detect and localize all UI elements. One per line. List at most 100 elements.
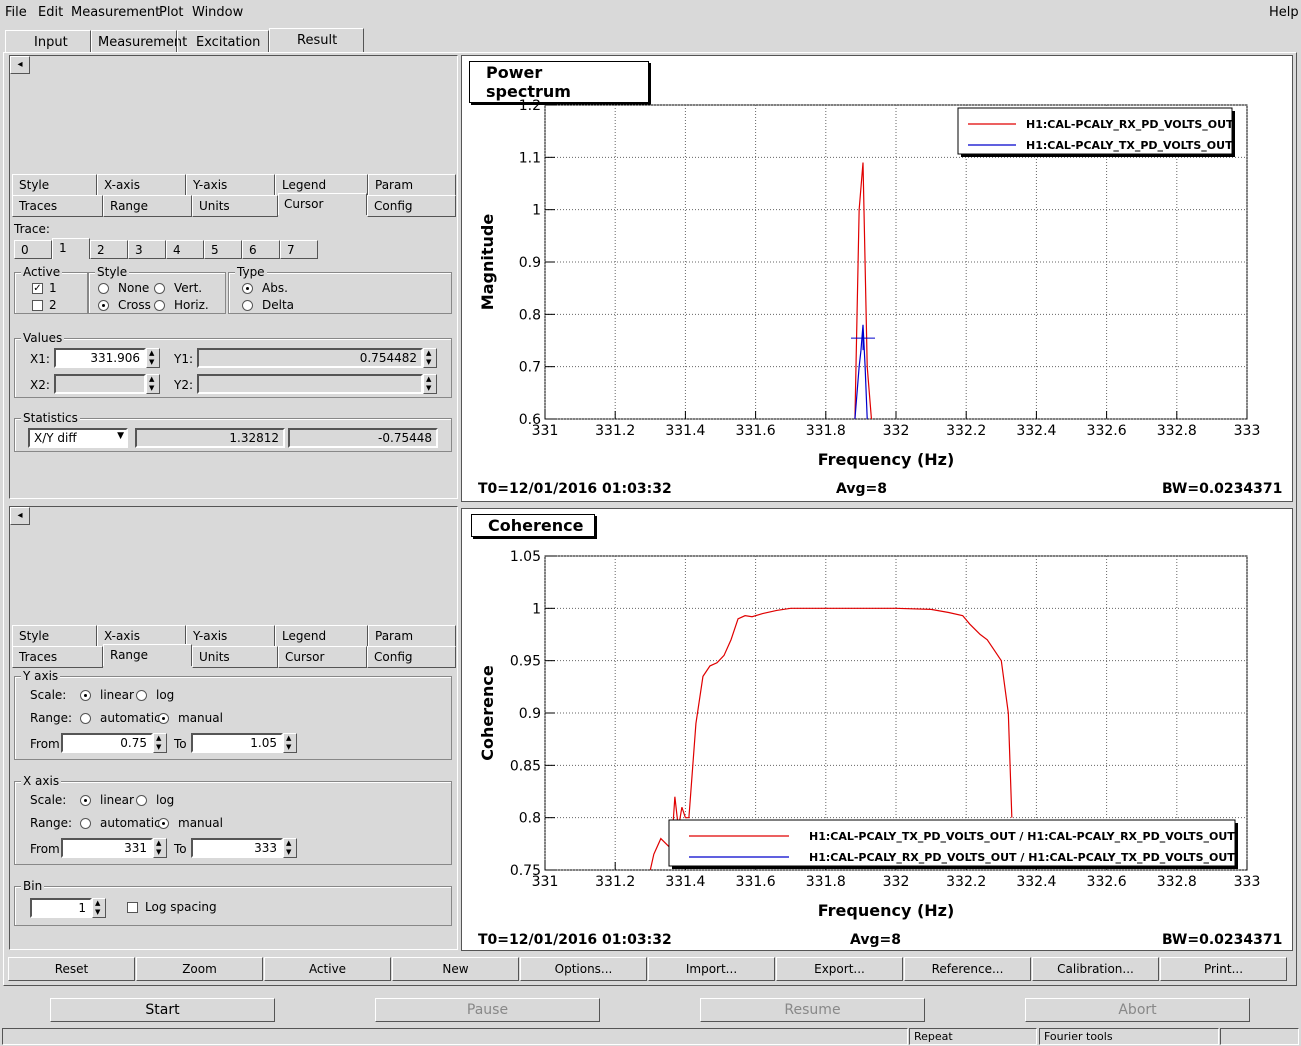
menu-window[interactable]: Window <box>192 5 243 20</box>
calibration-button[interactable]: Calibration... <box>1032 957 1159 981</box>
zoom-button[interactable]: Zoom <box>136 957 263 981</box>
tab-measurement[interactable]: Measurement <box>91 30 187 52</box>
print-button[interactable]: Print... <box>1160 957 1287 981</box>
x-to-input[interactable]: 333 <box>191 838 283 858</box>
style-vert-radio[interactable] <box>154 283 165 294</box>
active-title: Active <box>21 265 63 279</box>
pause-button[interactable]: Pause <box>375 998 600 1022</box>
x-to-stepper[interactable] <box>283 838 297 858</box>
statistics-select[interactable]: X/Y diff ▼ <box>28 428 128 448</box>
y-tick-label-2-6: 1.05 <box>510 549 541 565</box>
x-tick-label-2-4: 331.8 <box>806 874 846 890</box>
tab-y-axis-2[interactable]: Y-axis <box>186 625 275 647</box>
tab-y-axis[interactable]: Y-axis <box>186 174 275 196</box>
tab-traces[interactable]: Traces <box>12 195 103 217</box>
y2-stepper[interactable] <box>423 374 437 394</box>
y-to-input[interactable]: 1.05 <box>191 733 283 753</box>
trace-tab-0[interactable]: 0 <box>14 240 52 259</box>
y1-input[interactable]: 0.754482 <box>197 348 423 368</box>
tab-style[interactable]: Style <box>12 174 97 196</box>
y-tick-label-1-5: 1.1 <box>519 150 541 166</box>
x-from-input[interactable]: 331 <box>61 838 153 858</box>
statistics-select-value: X/Y diff <box>34 431 77 445</box>
style-cross-radio[interactable] <box>98 300 109 311</box>
collapse-left-icon-2[interactable]: ◂ <box>10 507 30 525</box>
reference-button[interactable]: Reference... <box>904 957 1031 981</box>
tab-x-axis[interactable]: X-axis <box>97 174 186 196</box>
y-from-stepper[interactable] <box>153 733 167 753</box>
x-tick-label-2-8: 332.6 <box>1087 874 1127 890</box>
trace-tab-5[interactable]: 5 <box>204 240 242 259</box>
power-spectrum-chart[interactable]: 331 331.2 331.4 331.6 331.8 332 332.2 332.4 332.… <box>461 55 1293 495</box>
import-button[interactable]: Import... <box>648 957 775 981</box>
trace-tab-3[interactable]: 3 <box>128 240 166 259</box>
tab-range-2[interactable]: Range <box>103 644 192 666</box>
tab-style-2[interactable]: Style <box>12 625 97 647</box>
menu-help[interactable]: Help <box>1269 5 1299 20</box>
active-1-checkbox[interactable]: ✓ <box>32 283 43 294</box>
x-from-stepper[interactable] <box>153 838 167 858</box>
y2-input[interactable] <box>197 374 423 394</box>
y-automatic-radio[interactable] <box>80 713 91 724</box>
tab-traces-2[interactable]: Traces <box>12 646 103 668</box>
tab-excitation[interactable]: Excitation <box>177 30 269 52</box>
bin-input[interactable]: 1 <box>30 898 92 918</box>
coherence-chart[interactable]: 331 331.2 331.4 331.6 331.8 332 332.2 332.4 332.… <box>461 506 1293 946</box>
tab-range[interactable]: Range <box>103 195 192 217</box>
y-manual-radio[interactable] <box>158 713 169 724</box>
y-to-stepper[interactable] <box>283 733 297 753</box>
style-none-radio[interactable] <box>98 283 109 294</box>
trace-tab-2[interactable]: 2 <box>90 240 128 259</box>
tab-units-2[interactable]: Units <box>192 646 278 668</box>
style-title: Style <box>95 265 130 279</box>
y-from-input[interactable]: 0.75 <box>61 733 153 753</box>
options-button[interactable]: Options... <box>520 957 647 981</box>
y1-stepper[interactable] <box>423 348 437 368</box>
menu-file[interactable]: File <box>5 5 27 20</box>
resume-button[interactable]: Resume <box>700 998 925 1022</box>
trace-tab-6[interactable]: 6 <box>242 240 280 259</box>
x-automatic-radio[interactable] <box>80 818 91 829</box>
tab-config[interactable]: Config <box>367 195 456 217</box>
tab-param-2[interactable]: Param <box>368 625 456 647</box>
reset-button[interactable]: Reset <box>8 957 135 981</box>
x-log-label: log <box>156 793 175 807</box>
type-abs-radio[interactable] <box>242 283 253 294</box>
tab-legend-2[interactable]: Legend <box>275 625 368 647</box>
tab-cursor-2[interactable]: Cursor <box>278 646 367 668</box>
x-manual-radio[interactable] <box>158 818 169 829</box>
y-linear-radio[interactable] <box>80 690 91 701</box>
bin-stepper[interactable] <box>92 898 106 918</box>
x1-input[interactable]: 331.906 <box>54 348 146 368</box>
tab-cursor[interactable]: Cursor <box>278 193 367 215</box>
export-button[interactable]: Export... <box>776 957 903 981</box>
new-button[interactable]: New <box>392 957 519 981</box>
tab-units[interactable]: Units <box>192 195 278 217</box>
trace-tab-4[interactable]: 4 <box>166 240 204 259</box>
y-log-radio[interactable] <box>136 690 147 701</box>
tab-input[interactable]: Input <box>5 30 91 52</box>
trace-tab-1[interactable]: 1 <box>52 238 90 259</box>
menu-measurement[interactable]: Measurement <box>71 5 160 20</box>
collapse-left-icon[interactable]: ◂ <box>10 56 30 74</box>
tab-result[interactable]: Result <box>269 28 364 52</box>
style-horiz-radio[interactable] <box>154 300 165 311</box>
x-log-radio[interactable] <box>136 795 147 806</box>
menu-edit[interactable]: Edit <box>38 5 63 20</box>
tab-param[interactable]: Param <box>368 174 456 196</box>
x1-stepper[interactable] <box>146 348 160 368</box>
menu-plot[interactable]: Plot <box>159 5 184 20</box>
x2-stepper[interactable] <box>146 374 160 394</box>
active-button[interactable]: Active <box>264 957 391 981</box>
x-tick-label-2-5: 332 <box>883 874 910 890</box>
tab-config-2[interactable]: Config <box>367 646 456 668</box>
type-delta-radio[interactable] <box>242 300 253 311</box>
start-button[interactable]: Start <box>50 998 275 1022</box>
trace-tab-7[interactable]: 7 <box>280 240 318 259</box>
x-linear-radio[interactable] <box>80 795 91 806</box>
active-2-checkbox[interactable] <box>32 300 43 311</box>
log-spacing-checkbox[interactable] <box>127 902 138 913</box>
abort-button[interactable]: Abort <box>1025 998 1250 1022</box>
x-tick-label-2-1: 331.2 <box>595 874 635 890</box>
x2-input[interactable] <box>54 374 146 394</box>
